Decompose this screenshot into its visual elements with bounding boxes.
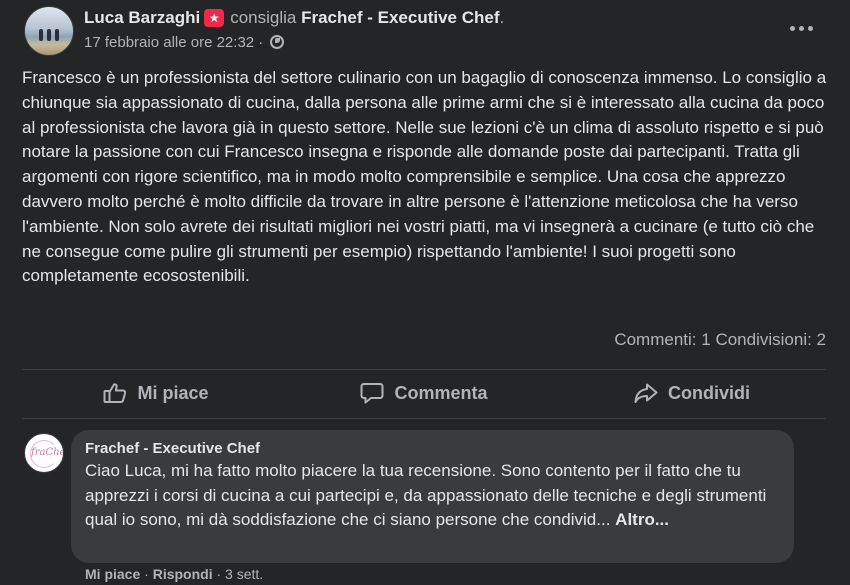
trailing-dot: . — [499, 8, 505, 27]
recommend-badge-icon: ★ — [204, 9, 225, 27]
share-arrow-icon — [634, 383, 658, 403]
thumbs-up-icon — [103, 383, 127, 403]
post-date-line: 17 febbraio alle ore 22:32 · — [84, 34, 285, 51]
comment-like-link[interactable]: Mi piace — [85, 566, 140, 582]
see-more-link[interactable]: Altro... — [615, 510, 669, 529]
comment-label: Commenta — [394, 382, 488, 403]
comments-count[interactable]: Commenti: 1 — [614, 330, 710, 349]
commenter-logo-text: fraChef — [31, 447, 63, 458]
post-date[interactable]: 17 febbraio alle ore 22:32 · — [84, 34, 263, 51]
comment-time[interactable]: 3 sett. — [225, 566, 263, 582]
comment-author[interactable]: Frachef - Executive Chef — [85, 439, 780, 459]
comment-button[interactable]: Commenta — [290, 370, 558, 416]
more-options-button[interactable] — [788, 18, 818, 38]
post-title-line: Luca Barzaghi ★ consiglia Frachef - Execut… — [84, 8, 504, 28]
shares-count[interactable]: Condivisioni: 2 — [715, 330, 826, 349]
commenter-avatar[interactable]: fraChef — [24, 433, 64, 473]
page-name[interactable]: Frachef - Executive Chef — [301, 8, 499, 27]
comment-icon — [360, 383, 384, 404]
comment-bubble: Frachef - Executive Chef Ciao Luca, mi h… — [71, 430, 794, 563]
post-body: Francesco è un professionista del settor… — [22, 68, 827, 286]
comment-meta: Mi piace · Rispondi · 3 sett. — [85, 566, 263, 582]
author-avatar[interactable] — [24, 6, 74, 56]
meta-separator: · — [216, 566, 222, 582]
divider-bottom — [22, 418, 826, 419]
globe-icon — [270, 35, 285, 49]
comment-text: Ciao Luca, mi ha fatto molto piacere la … — [85, 459, 780, 533]
share-button[interactable]: Condividi — [558, 370, 826, 416]
post-actions-bar: Mi piace Commenta Condividi — [22, 370, 826, 416]
post-header: Luca Barzaghi ★ consiglia Frachef - Execut… — [24, 6, 830, 58]
recommend-verb: consiglia — [230, 8, 297, 27]
like-label: Mi piace — [137, 382, 209, 403]
comment-reply-link[interactable]: Rispondi — [153, 566, 213, 582]
engagement-counts: Commenti: 1 Condivisioni: 2 — [614, 330, 826, 350]
like-button[interactable]: Mi piace — [22, 370, 290, 416]
meta-separator: · — [144, 566, 149, 582]
author-name[interactable]: Luca Barzaghi — [84, 8, 200, 27]
share-label: Condividi — [668, 382, 750, 403]
